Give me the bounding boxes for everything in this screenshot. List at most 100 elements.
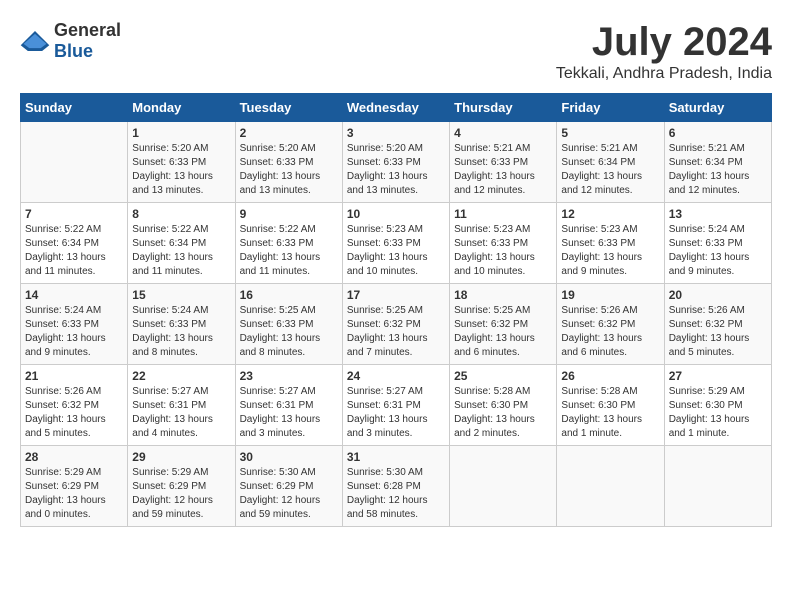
day-number: 5 [561, 126, 659, 140]
day-info: Sunrise: 5:23 AM Sunset: 6:33 PM Dayligh… [454, 223, 552, 279]
day-info: Sunrise: 5:27 AM Sunset: 6:31 PM Dayligh… [347, 385, 445, 441]
day-info: Sunrise: 5:20 AM Sunset: 6:33 PM Dayligh… [132, 142, 230, 198]
day-cell [557, 446, 664, 527]
week-row-5: 28Sunrise: 5:29 AM Sunset: 6:29 PM Dayli… [21, 446, 772, 527]
day-cell: 26 Sunrise: 5:28 AM Sunset: 6:30 PM Dayli… [557, 365, 664, 446]
day-cell: 28Sunrise: 5:29 AM Sunset: 6:29 PM Dayli… [21, 446, 128, 527]
day-header-sunday: Sunday [21, 94, 128, 122]
calendar-table: SundayMondayTuesdayWednesdayThursdayFrid… [20, 93, 772, 527]
day-cell [664, 446, 771, 527]
day-info: Sunrise: 5:27 AM Sunset: 6:31 PM Dayligh… [132, 385, 230, 441]
day-cell: 18Sunrise: 5:25 AM Sunset: 6:32 PM Dayli… [450, 284, 557, 365]
day-header-friday: Friday [557, 94, 664, 122]
day-cell: 3 Sunrise: 5:20 AM Sunset: 6:33 PM Daylig… [342, 122, 449, 203]
day-info: Sunrise: 5:28 AM Sunset: 6:30 PM Dayligh… [561, 385, 659, 441]
day-header-tuesday: Tuesday [235, 94, 342, 122]
day-info: Sunrise: 5:30 AM Sunset: 6:29 PM Dayligh… [240, 466, 338, 522]
day-info: Sunrise: 5:28 AM Sunset: 6:30 PM Dayligh… [454, 385, 552, 441]
logo: General Blue [20, 20, 121, 62]
day-info: Sunrise: 5:22 AM Sunset: 6:33 PM Dayligh… [240, 223, 338, 279]
day-number: 7 [25, 207, 123, 221]
day-number: 23 [240, 369, 338, 383]
day-cell: 6 Sunrise: 5:21 AM Sunset: 6:34 PM Daylig… [664, 122, 771, 203]
day-header-thursday: Thursday [450, 94, 557, 122]
day-number: 1 [132, 126, 230, 140]
day-cell: 17Sunrise: 5:25 AM Sunset: 6:32 PM Dayli… [342, 284, 449, 365]
day-cell: 30 Sunrise: 5:30 AM Sunset: 6:29 PM Dayli… [235, 446, 342, 527]
day-number: 24 [347, 369, 445, 383]
day-cell: 25 Sunrise: 5:28 AM Sunset: 6:30 PM Dayli… [450, 365, 557, 446]
day-info: Sunrise: 5:26 AM Sunset: 6:32 PM Dayligh… [561, 304, 659, 360]
day-info: Sunrise: 5:26 AM Sunset: 6:32 PM Dayligh… [25, 385, 123, 441]
day-number: 2 [240, 126, 338, 140]
day-cell: 11 Sunrise: 5:23 AM Sunset: 6:33 PM Dayli… [450, 203, 557, 284]
week-row-2: 7 Sunrise: 5:22 AM Sunset: 6:34 PM Daylig… [21, 203, 772, 284]
day-info: Sunrise: 5:27 AM Sunset: 6:31 PM Dayligh… [240, 385, 338, 441]
day-cell: 31 Sunrise: 5:30 AM Sunset: 6:28 PM Dayli… [342, 446, 449, 527]
day-number: 12 [561, 207, 659, 221]
day-info: Sunrise: 5:20 AM Sunset: 6:33 PM Dayligh… [240, 142, 338, 198]
day-cell: 13 Sunrise: 5:24 AM Sunset: 6:33 PM Dayli… [664, 203, 771, 284]
day-cell: 16 Sunrise: 5:25 AM Sunset: 6:33 PM Dayli… [235, 284, 342, 365]
day-info: Sunrise: 5:21 AM Sunset: 6:33 PM Dayligh… [454, 142, 552, 198]
day-info: Sunrise: 5:22 AM Sunset: 6:34 PM Dayligh… [132, 223, 230, 279]
week-row-1: 1 Sunrise: 5:20 AM Sunset: 6:33 PM Daylig… [21, 122, 772, 203]
logo-text: General Blue [54, 20, 121, 62]
day-cell: 7 Sunrise: 5:22 AM Sunset: 6:34 PM Daylig… [21, 203, 128, 284]
week-row-3: 14Sunrise: 5:24 AM Sunset: 6:33 PM Dayli… [21, 284, 772, 365]
day-cell: 10Sunrise: 5:23 AM Sunset: 6:33 PM Dayli… [342, 203, 449, 284]
day-header-saturday: Saturday [664, 94, 771, 122]
day-number: 14 [25, 288, 123, 302]
day-cell: 2 Sunrise: 5:20 AM Sunset: 6:33 PM Daylig… [235, 122, 342, 203]
title-area: July 2024 Tekkali, Andhra Pradesh, India [556, 20, 772, 83]
day-cell: 15Sunrise: 5:24 AM Sunset: 6:33 PM Dayli… [128, 284, 235, 365]
day-number: 4 [454, 126, 552, 140]
day-number: 25 [454, 369, 552, 383]
day-cell: 22Sunrise: 5:27 AM Sunset: 6:31 PM Dayli… [128, 365, 235, 446]
day-number: 29 [132, 450, 230, 464]
day-cell: 8 Sunrise: 5:22 AM Sunset: 6:34 PM Daylig… [128, 203, 235, 284]
day-info: Sunrise: 5:23 AM Sunset: 6:33 PM Dayligh… [347, 223, 445, 279]
day-cell: 9Sunrise: 5:22 AM Sunset: 6:33 PM Daylig… [235, 203, 342, 284]
day-header-monday: Monday [128, 94, 235, 122]
day-cell: 20Sunrise: 5:26 AM Sunset: 6:32 PM Dayli… [664, 284, 771, 365]
day-cell [450, 446, 557, 527]
day-number: 6 [669, 126, 767, 140]
logo-general: General [54, 20, 121, 40]
day-number: 16 [240, 288, 338, 302]
day-number: 31 [347, 450, 445, 464]
day-info: Sunrise: 5:21 AM Sunset: 6:34 PM Dayligh… [669, 142, 767, 198]
day-number: 15 [132, 288, 230, 302]
day-info: Sunrise: 5:30 AM Sunset: 6:28 PM Dayligh… [347, 466, 445, 522]
day-cell: 23 Sunrise: 5:27 AM Sunset: 6:31 PM Dayli… [235, 365, 342, 446]
day-number: 30 [240, 450, 338, 464]
day-info: Sunrise: 5:21 AM Sunset: 6:34 PM Dayligh… [561, 142, 659, 198]
day-cell: 12 Sunrise: 5:23 AM Sunset: 6:33 PM Dayli… [557, 203, 664, 284]
day-number: 8 [132, 207, 230, 221]
day-number: 11 [454, 207, 552, 221]
day-number: 26 [561, 369, 659, 383]
day-number: 13 [669, 207, 767, 221]
day-info: Sunrise: 5:26 AM Sunset: 6:32 PM Dayligh… [669, 304, 767, 360]
day-cell: 19Sunrise: 5:26 AM Sunset: 6:32 PM Dayli… [557, 284, 664, 365]
day-info: Sunrise: 5:22 AM Sunset: 6:34 PM Dayligh… [25, 223, 123, 279]
day-cell: 5 Sunrise: 5:21 AM Sunset: 6:34 PM Daylig… [557, 122, 664, 203]
day-info: Sunrise: 5:23 AM Sunset: 6:33 PM Dayligh… [561, 223, 659, 279]
day-number: 18 [454, 288, 552, 302]
day-cell: 4 Sunrise: 5:21 AM Sunset: 6:33 PM Daylig… [450, 122, 557, 203]
day-cell: 27Sunrise: 5:29 AM Sunset: 6:30 PM Dayli… [664, 365, 771, 446]
day-info: Sunrise: 5:29 AM Sunset: 6:29 PM Dayligh… [132, 466, 230, 522]
day-cell: 1 Sunrise: 5:20 AM Sunset: 6:33 PM Daylig… [128, 122, 235, 203]
day-info: Sunrise: 5:24 AM Sunset: 6:33 PM Dayligh… [669, 223, 767, 279]
day-number: 17 [347, 288, 445, 302]
day-number: 3 [347, 126, 445, 140]
day-cell: 21 Sunrise: 5:26 AM Sunset: 6:32 PM Dayli… [21, 365, 128, 446]
subtitle: Tekkali, Andhra Pradesh, India [556, 65, 772, 83]
day-info: Sunrise: 5:20 AM Sunset: 6:33 PM Dayligh… [347, 142, 445, 198]
header: General Blue July 2024 Tekkali, Andhra P… [20, 20, 772, 83]
week-row-4: 21 Sunrise: 5:26 AM Sunset: 6:32 PM Dayli… [21, 365, 772, 446]
day-number: 21 [25, 369, 123, 383]
day-info: Sunrise: 5:29 AM Sunset: 6:29 PM Dayligh… [25, 466, 123, 522]
day-info: Sunrise: 5:25 AM Sunset: 6:33 PM Dayligh… [240, 304, 338, 360]
day-cell: 29 Sunrise: 5:29 AM Sunset: 6:29 PM Dayli… [128, 446, 235, 527]
